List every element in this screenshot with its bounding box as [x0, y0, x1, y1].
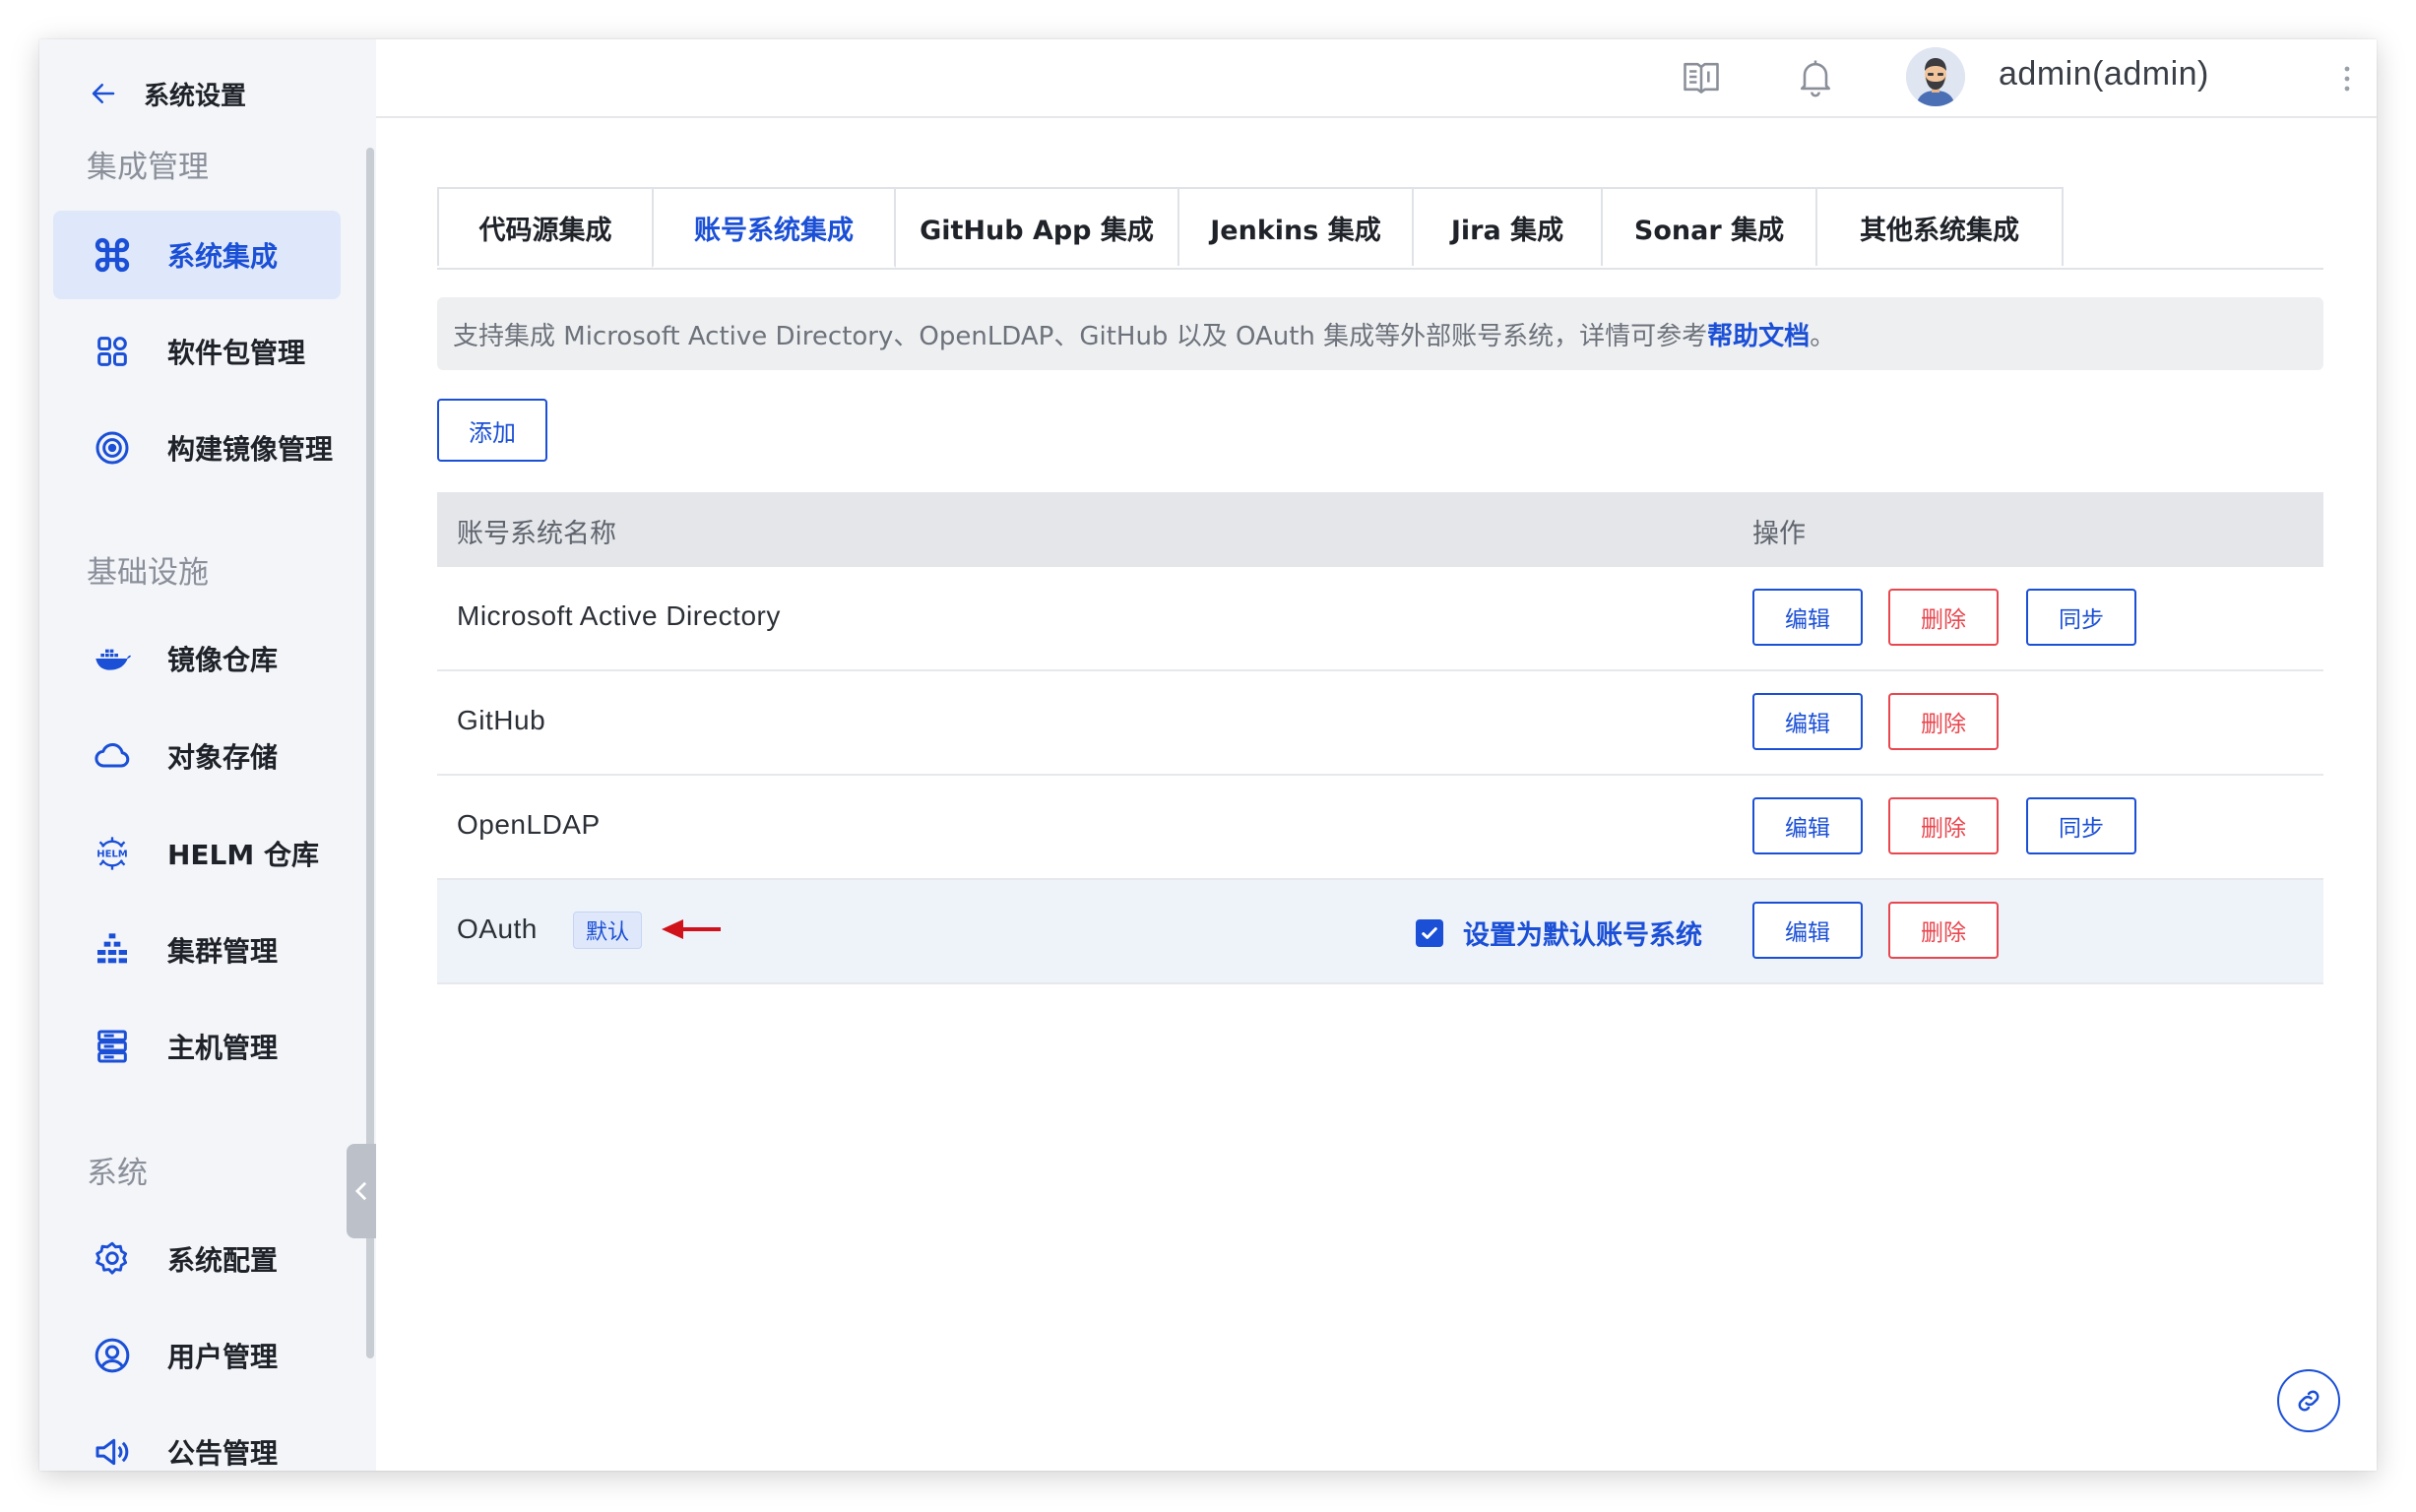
- set-default-label: 设置为默认账号系统: [1463, 920, 1702, 951]
- sidebar-item-label: HELM 仓库: [167, 839, 320, 871]
- edit-button[interactable]: 编辑: [1752, 693, 1863, 750]
- bell-icon[interactable]: [1794, 55, 1837, 98]
- sidebar-item-system-config[interactable]: 系统配置: [53, 1215, 341, 1303]
- arrow-left-icon: [92, 84, 115, 103]
- sidebar-item-label: 软件包管理: [167, 337, 306, 369]
- tab-account-system[interactable]: 账号系统集成: [652, 187, 896, 268]
- sync-button[interactable]: 同步: [2026, 797, 2136, 854]
- table-row: OAuth 默认 设置为默认账号系统 编辑 删除: [437, 880, 2323, 984]
- account-system-name: Microsoft Active Directory: [457, 600, 781, 631]
- sidebar-item-announcements[interactable]: 公告管理: [53, 1408, 341, 1471]
- default-badge: 默认: [573, 912, 643, 949]
- sidebar-item-label: 集群管理: [167, 935, 279, 968]
- table-row: GitHub 编辑 删除: [437, 671, 2323, 776]
- cloud-icon: [91, 734, 134, 778]
- sidebar-item-label: 对象存储: [167, 741, 279, 774]
- sidebar-item-label: 公告管理: [167, 1437, 279, 1470]
- sidebar-item-clusters[interactable]: 集群管理: [53, 906, 341, 994]
- apps-icon: [91, 330, 134, 373]
- helm-icon: HELM: [91, 832, 134, 875]
- section-infra-title: 基础设施: [87, 555, 209, 591]
- sidebar-item-label: 主机管理: [167, 1032, 279, 1064]
- table-header: 账号系统名称 操作: [437, 492, 2323, 567]
- column-header-actions: 操作: [1752, 519, 1806, 549]
- sidebar: 系统设置 集成管理 系统集成 软件包管理 构建镜像管理 基础设施 镜像仓库 对象…: [39, 39, 376, 1471]
- cluster-icon: [91, 928, 134, 972]
- sidebar-item-label: 系统集成: [167, 240, 279, 273]
- table-row: OpenLDAP 编辑 删除 同步: [437, 776, 2323, 880]
- link-icon: [2298, 1390, 2320, 1412]
- chevron-left-icon: [354, 1181, 367, 1201]
- user-circle-icon: [91, 1334, 134, 1377]
- edit-button[interactable]: 编辑: [1752, 797, 1863, 854]
- server-icon: [91, 1025, 134, 1068]
- add-button[interactable]: 添加: [437, 399, 547, 462]
- tab-sonar[interactable]: Sonar 集成: [1601, 187, 1817, 266]
- integration-tabs: 代码源集成 账号系统集成 GitHub App 集成 Jenkins 集成 Ji…: [437, 187, 2323, 270]
- sidebar-item-hosts[interactable]: 主机管理: [53, 1002, 341, 1091]
- edit-button[interactable]: 编辑: [1752, 902, 1863, 959]
- main-content: 代码源集成 账号系统集成 GitHub App 集成 Jenkins 集成 Ji…: [376, 116, 2377, 1471]
- tab-code-source[interactable]: 代码源集成: [437, 187, 654, 266]
- tab-jira[interactable]: Jira 集成: [1412, 187, 1603, 266]
- command-icon: [91, 233, 134, 277]
- back-button[interactable]: 系统设置: [89, 69, 246, 118]
- help-doc-link[interactable]: 帮助文档: [1707, 316, 1810, 352]
- account-system-name: OpenLDAP: [457, 809, 601, 840]
- notice-suffix: 。: [1810, 321, 1836, 351]
- section-integration-title: 集成管理: [87, 150, 209, 185]
- tab-github-app[interactable]: GitHub App 集成: [894, 187, 1179, 266]
- sidebar-item-helm-repo[interactable]: HELM HELM 仓库: [53, 809, 341, 898]
- check-icon: [1422, 926, 1437, 939]
- sidebar-item-label: 系统配置: [167, 1244, 279, 1277]
- column-header-name: 账号系统名称: [457, 519, 616, 549]
- link-float-button[interactable]: [2277, 1369, 2340, 1432]
- sidebar-item-label: 镜像仓库: [167, 644, 279, 676]
- disc-icon: [91, 426, 134, 470]
- settings-gear-icon: [91, 1237, 134, 1281]
- delete-button[interactable]: 删除: [1888, 693, 1999, 750]
- sync-button[interactable]: 同步: [2026, 589, 2136, 646]
- edit-button[interactable]: 编辑: [1752, 589, 1863, 646]
- sidebar-item-packages[interactable]: 软件包管理: [53, 307, 341, 396]
- avatar[interactable]: [1906, 47, 1965, 106]
- table-row: Microsoft Active Directory 编辑 删除 同步: [437, 567, 2323, 671]
- svg-text:HELM: HELM: [96, 850, 128, 860]
- more-vertical-icon[interactable]: [2335, 61, 2359, 96]
- sidebar-item-image-registry[interactable]: 镜像仓库: [53, 614, 341, 703]
- sidebar-collapse-button[interactable]: [347, 1144, 376, 1238]
- notice-text: 支持集成 Microsoft Active Directory、OpenLDAP…: [453, 321, 1708, 351]
- account-systems-table: 账号系统名称 操作 Microsoft Active Directory 编辑 …: [437, 492, 2323, 984]
- delete-button[interactable]: 删除: [1888, 797, 1999, 854]
- sidebar-item-system-integration[interactable]: 系统集成: [53, 211, 341, 299]
- username[interactable]: admin(admin): [1999, 55, 2209, 94]
- tab-jenkins[interactable]: Jenkins 集成: [1177, 187, 1414, 266]
- docker-icon: [91, 637, 134, 680]
- docs-icon[interactable]: [1680, 55, 1723, 98]
- delete-button[interactable]: 删除: [1888, 902, 1999, 959]
- default-checkbox[interactable]: [1416, 918, 1443, 947]
- sidebar-item-build-images[interactable]: 构建镜像管理: [53, 404, 341, 492]
- back-label: 系统设置: [144, 81, 247, 111]
- section-system-title: 系统: [87, 1156, 148, 1191]
- top-header: admin(admin): [376, 39, 2377, 118]
- sidebar-item-label: 用户管理: [167, 1341, 279, 1373]
- set-default-option[interactable]: 设置为默认账号系统: [1416, 914, 1702, 952]
- sidebar-item-users[interactable]: 用户管理: [53, 1311, 341, 1400]
- account-system-name: OAuth: [457, 914, 538, 944]
- megaphone-icon: [91, 1430, 134, 1471]
- account-system-name: GitHub: [457, 705, 546, 735]
- tab-other-systems[interactable]: 其他系统集成: [1815, 187, 2064, 266]
- delete-button[interactable]: 删除: [1888, 589, 1999, 646]
- sidebar-item-object-storage[interactable]: 对象存储: [53, 712, 341, 800]
- app-window: 系统设置 集成管理 系统集成 软件包管理 构建镜像管理 基础设施 镜像仓库 对象…: [39, 39, 2377, 1471]
- info-notice: 支持集成 Microsoft Active Directory、OpenLDAP…: [437, 297, 2323, 370]
- arrow-left-annotation-icon: [662, 919, 721, 939]
- sidebar-item-label: 构建镜像管理: [167, 433, 334, 466]
